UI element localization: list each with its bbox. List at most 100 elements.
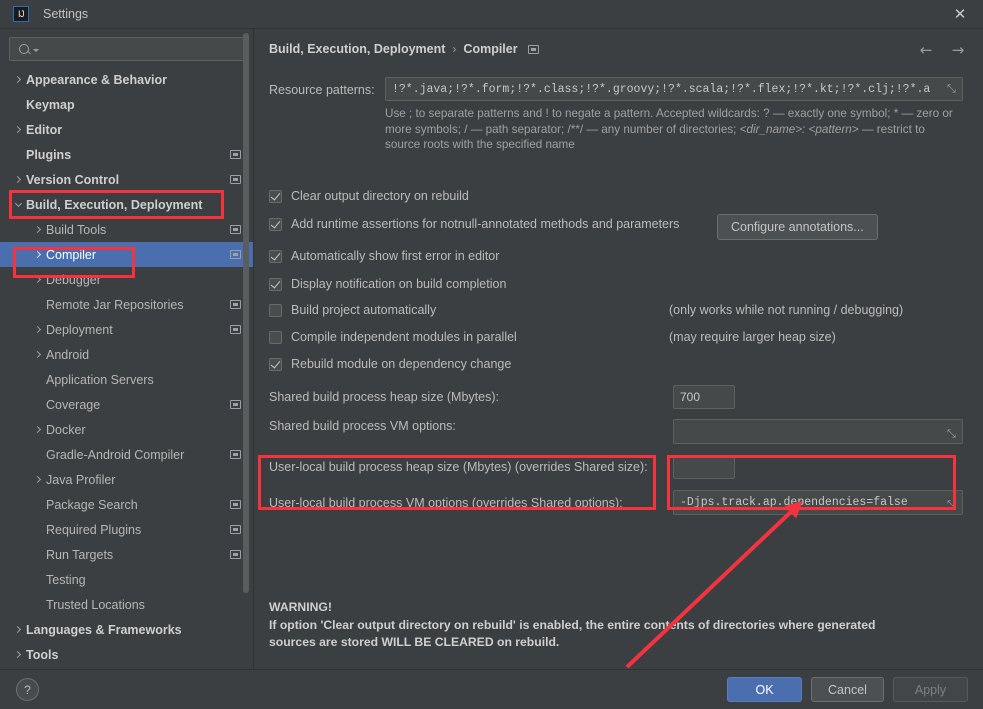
ok-button[interactable]: OK <box>727 677 802 702</box>
sidebar-item-label: Package Search <box>46 498 138 512</box>
user-local-heap-size-label: User-local build process heap size (Mbyt… <box>269 460 648 474</box>
sidebar-item-testing[interactable]: Testing <box>0 567 253 592</box>
warning-text: WARNING! If option 'Clear output directo… <box>269 599 949 652</box>
settings-dialog: Settings ✕ Appearance & BehaviorKeymapEd… <box>0 0 983 709</box>
sidebar-item-label: Build, Execution, Deployment <box>26 198 202 212</box>
hint-line-2c: — restrict to <box>859 123 925 136</box>
project-scope-icon <box>230 250 241 259</box>
chevron-right-icon[interactable] <box>10 127 26 132</box>
sidebar-scrollbar[interactable] <box>245 31 251 591</box>
sidebar-item-label: Compiler <box>46 248 96 262</box>
sidebar-item-editor[interactable]: Editor <box>0 117 253 142</box>
sidebar-item-label: Tools <box>26 648 58 662</box>
chevron-right-icon[interactable] <box>10 627 26 632</box>
chevron-right-icon[interactable] <box>30 427 46 432</box>
sidebar-item-trusted-locations[interactable]: Trusted Locations <box>0 592 253 617</box>
checkbox-label: Rebuild module on dependency change <box>291 357 511 371</box>
sidebar-item-version-control[interactable]: Version Control <box>0 167 253 192</box>
checkbox-icon[interactable] <box>269 278 282 291</box>
sidebar-item-run-targets[interactable]: Run Targets <box>0 542 253 567</box>
chevron-right-icon[interactable] <box>30 277 46 282</box>
checkbox-row-rebuild-module-on-dependency-change[interactable]: Rebuild module on dependency change <box>269 357 511 371</box>
checkbox-row-clear-output-directory-on-rebuild[interactable]: Clear output directory on rebuild <box>269 189 469 203</box>
checkbox-row-add-runtime-assertions-for-notnull-annotated-methods-and-parameters[interactable]: Add runtime assertions for notnull-annot… <box>269 217 679 231</box>
chevron-right-icon[interactable] <box>30 327 46 332</box>
expand-icon[interactable]: ⤡ <box>947 499 958 510</box>
chevron-right-icon[interactable] <box>30 252 46 257</box>
settings-tree[interactable]: Appearance & BehaviorKeymapEditorPlugins… <box>0 67 253 669</box>
search-input[interactable] <box>43 42 237 56</box>
user-local-vm-options-value: -Djps.track.ap.dependencies=false <box>680 496 908 509</box>
resource-patterns-field[interactable]: !?*.java;!?*.form;!?*.class;!?*.groovy;!… <box>385 77 963 101</box>
sidebar-item-required-plugins[interactable]: Required Plugins <box>0 517 253 542</box>
expand-icon[interactable]: ⤡ <box>947 428 958 439</box>
checkbox-icon[interactable] <box>269 190 282 203</box>
sidebar-item-java-profiler[interactable]: Java Profiler <box>0 467 253 492</box>
sidebar-item-plugins[interactable]: Plugins <box>0 142 253 167</box>
sidebar-item-label: Coverage <box>46 398 100 412</box>
apply-button[interactable]: Apply <box>893 677 968 702</box>
sidebar-item-compiler[interactable]: Compiler <box>0 242 253 267</box>
sidebar-item-debugger[interactable]: Debugger <box>0 267 253 292</box>
sidebar-item-keymap[interactable]: Keymap <box>0 92 253 117</box>
forward-arrow-icon[interactable]: → <box>947 40 969 60</box>
chevron-right-icon[interactable] <box>10 77 26 82</box>
checkbox-row-automatically-show-first-error-in-editor[interactable]: Automatically show first error in editor <box>269 249 499 263</box>
shared-vm-options-field[interactable]: ⤡ <box>673 419 963 444</box>
checkbox-row-build-project-automatically[interactable]: Build project automatically <box>269 303 436 317</box>
chevron-right-icon[interactable] <box>30 227 46 232</box>
sidebar-item-tools[interactable]: Tools <box>0 642 253 667</box>
configure-annotations-button[interactable]: Configure annotations... <box>717 214 878 240</box>
sidebar-item-coverage[interactable]: Coverage <box>0 392 253 417</box>
project-scope-icon <box>230 325 241 334</box>
breadcrumb-separator: › <box>452 42 456 56</box>
checkbox-label: Compile independent modules in parallel <box>291 330 517 344</box>
sidebar-item-languages-frameworks[interactable]: Languages & Frameworks <box>0 617 253 642</box>
sidebar-item-deployment[interactable]: Deployment <box>0 317 253 342</box>
expand-icon[interactable]: ⤡ <box>947 83 958 94</box>
user-local-vm-options-field[interactable]: -Djps.track.ap.dependencies=false ⤡ <box>673 490 963 515</box>
sidebar-item-label: Languages & Frameworks <box>26 623 182 637</box>
chevron-right-icon[interactable] <box>30 477 46 482</box>
checkbox-icon[interactable] <box>269 358 282 371</box>
chevron-right-icon[interactable] <box>30 352 46 357</box>
chevron-right-icon[interactable] <box>10 652 26 657</box>
breadcrumb-root[interactable]: Build, Execution, Deployment <box>269 42 445 56</box>
sidebar-scrollbar-thumb[interactable] <box>243 33 249 593</box>
sidebar-item-label: Testing <box>46 573 86 587</box>
sidebar-item-android[interactable]: Android <box>0 342 253 367</box>
user-local-heap-size-field[interactable] <box>673 455 735 479</box>
resource-patterns-value: !?*.java;!?*.form;!?*.class;!?*.groovy;!… <box>392 83 930 96</box>
sidebar-item-label: Gradle-Android Compiler <box>46 448 184 462</box>
checkbox-row-display-notification-on-build-completion[interactable]: Display notification on build completion <box>269 277 506 291</box>
sidebar-item-docker[interactable]: Docker <box>0 417 253 442</box>
checkbox-icon[interactable] <box>269 250 282 263</box>
checkbox-label: Build project automatically <box>291 303 436 317</box>
sidebar-item-gradle-android-compiler[interactable]: Gradle-Android Compiler <box>0 442 253 467</box>
sidebar-item-application-servers[interactable]: Application Servers <box>0 367 253 392</box>
checkbox-row-compile-independent-modules-in-parallel[interactable]: Compile independent modules in parallel <box>269 330 517 344</box>
chevron-down-icon[interactable] <box>33 49 39 52</box>
cancel-button[interactable]: Cancel <box>811 677 884 702</box>
shared-vm-options-label: Shared build process VM options: <box>269 419 456 433</box>
sidebar-item-remote-jar-repositories[interactable]: Remote Jar Repositories <box>0 292 253 317</box>
checkbox-icon[interactable] <box>269 304 282 317</box>
close-icon[interactable]: ✕ <box>937 0 983 28</box>
chevron-right-icon[interactable] <box>10 177 26 182</box>
search-box[interactable] <box>9 37 244 61</box>
back-arrow-icon[interactable]: ← <box>915 40 937 60</box>
sidebar-item-label: Deployment <box>46 323 113 337</box>
warning-title: WARNING! <box>269 599 949 617</box>
shared-heap-size-field[interactable]: 700 <box>673 385 735 409</box>
help-button[interactable]: ? <box>16 678 39 701</box>
sidebar-item-build-execution-deployment[interactable]: Build, Execution, Deployment <box>0 192 253 217</box>
sidebar-item-appearance-behavior[interactable]: Appearance & Behavior <box>0 67 253 92</box>
option-note: (only works while not running / debuggin… <box>669 303 903 317</box>
checkbox-icon[interactable] <box>269 331 282 344</box>
sidebar-item-build-tools[interactable]: Build Tools <box>0 217 253 242</box>
checkbox-icon[interactable] <box>269 218 282 231</box>
warning-line-2: sources are stored WILL BE CLEARED on re… <box>269 634 949 652</box>
sidebar-item-package-search[interactable]: Package Search <box>0 492 253 517</box>
chevron-down-icon[interactable] <box>10 203 26 206</box>
sidebar-item-label: Application Servers <box>46 373 154 387</box>
